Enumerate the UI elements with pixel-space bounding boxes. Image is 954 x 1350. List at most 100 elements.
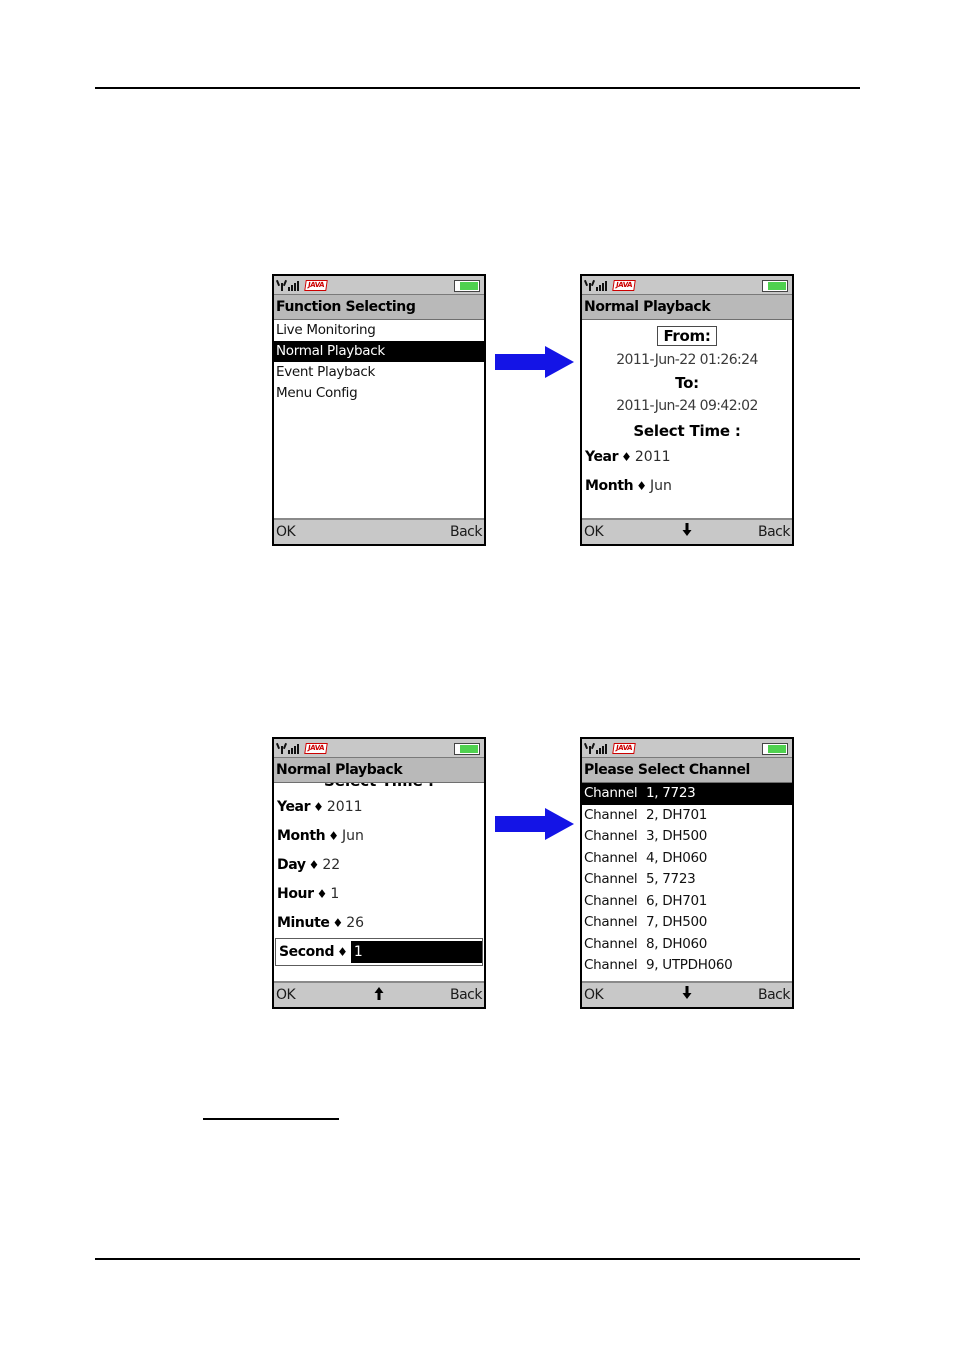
list-item[interactable]: Channel 5, 7723 bbox=[582, 869, 792, 891]
from-label: From: bbox=[657, 326, 717, 346]
java-logo-icon: JAVA bbox=[304, 279, 328, 291]
to-label: To: bbox=[675, 374, 699, 392]
list-item[interactable]: Channel 8, DH060 bbox=[582, 934, 792, 956]
softkey-ok[interactable]: OK bbox=[276, 524, 296, 540]
list-item[interactable]: Channel 4, DH060 bbox=[582, 848, 792, 870]
list-item[interactable]: Normal Playback bbox=[274, 341, 484, 362]
channel-value: 3, DH500 bbox=[646, 828, 708, 844]
channel-label: Channel bbox=[584, 892, 638, 909]
field-second-value[interactable]: 1 bbox=[350, 941, 482, 963]
channel-label: Channel bbox=[584, 849, 638, 866]
stepper-diamond-icon: ♦ bbox=[308, 858, 320, 872]
channel-label: Channel bbox=[584, 806, 638, 823]
field-year[interactable]: Year ♦ 2011 bbox=[274, 793, 484, 822]
channel-value: 2, DH701 bbox=[646, 806, 708, 823]
field-second-label: Second bbox=[279, 944, 335, 960]
stepper-diamond-icon: ♦ bbox=[636, 479, 647, 493]
field-minute-value: 26 bbox=[346, 915, 365, 931]
list-item[interactable]: Channel 6, DH701 bbox=[582, 891, 792, 913]
field-minute[interactable]: Minute ♦ 26 bbox=[274, 909, 484, 938]
status-bar: JAVA bbox=[582, 739, 792, 758]
status-bar: JAVA bbox=[274, 276, 484, 295]
stepper-diamond-icon: ♦ bbox=[313, 800, 324, 814]
phone-screen-normal-playback-fields: JAVA Normal Playback Select Time : Year♦… bbox=[272, 737, 486, 1009]
field-month-label: Month bbox=[585, 478, 634, 494]
signal-bars-icon bbox=[288, 743, 299, 754]
field-day-label: Day bbox=[277, 857, 306, 873]
field-minute-label: Minute bbox=[277, 915, 330, 931]
field-hour[interactable]: Hour ♦ 1 bbox=[274, 880, 484, 909]
select-time-label: Select Time : bbox=[633, 422, 741, 440]
field-month[interactable]: Month ♦ Jun bbox=[274, 822, 484, 851]
screen-title: Normal Playback bbox=[582, 295, 792, 320]
playback-range-body: From: 2011-Jun-22 01:26:24 To: 2011-Jun-… bbox=[582, 320, 792, 518]
softkey-back[interactable]: Back bbox=[450, 987, 483, 1003]
list-item[interactable]: Channel 1, 7723 bbox=[582, 783, 792, 805]
field-year-value: 2011 bbox=[634, 449, 671, 465]
stepper-diamond-icon: ♦ bbox=[328, 829, 339, 843]
screen-title: Function Selecting bbox=[274, 295, 484, 320]
list-item[interactable]: Channel 9, UTPDH060 bbox=[582, 955, 792, 977]
softkey-back[interactable]: Back bbox=[450, 524, 483, 540]
playback-fields-body: Select Time : Year♦2011 Month♦Jun Day♦22… bbox=[274, 783, 484, 981]
stepper-diamond-icon: ♦ bbox=[316, 887, 328, 901]
channel-label: Channel bbox=[584, 785, 638, 801]
field-day[interactable]: Day ♦ 22 bbox=[274, 851, 484, 880]
clipped-select-time-label: Select Time : bbox=[274, 783, 484, 790]
softkey-ok[interactable]: OK bbox=[584, 524, 604, 540]
channel-label: Channel bbox=[584, 871, 638, 887]
field-year-label: Year bbox=[277, 799, 311, 815]
channel-value: 9, UTPDH060 bbox=[646, 957, 733, 973]
channel-label: Channel bbox=[584, 935, 638, 952]
antenna-icon bbox=[585, 743, 594, 754]
softkey-back[interactable]: Back bbox=[758, 524, 791, 540]
signal-bars-icon bbox=[288, 280, 299, 291]
list-item[interactable]: Channel 7, DH500 bbox=[582, 912, 792, 934]
list-item[interactable]: Event Playback bbox=[274, 362, 484, 383]
status-bar: JAVA bbox=[582, 276, 792, 295]
stepper-diamond-icon: ♦ bbox=[332, 916, 344, 930]
screen-title: Normal Playback bbox=[274, 758, 484, 783]
phone-screen-normal-playback-range: JAVA Normal Playback From: 2011-Jun-22 0… bbox=[580, 274, 794, 546]
menu-list: Live Monitoring Normal Playback Event Pl… bbox=[274, 320, 484, 518]
field-hour-value: 1 bbox=[330, 886, 340, 902]
field-hour-label: Hour bbox=[277, 886, 314, 902]
battery-icon bbox=[762, 280, 788, 292]
channel-value: 5, 7723 bbox=[646, 871, 696, 887]
flow-arrow-bottom bbox=[495, 806, 575, 842]
softkey-ok[interactable]: OK bbox=[584, 987, 604, 1003]
channel-list: Channel 1, 7723 Channel 2, DH701 Channel 3,… bbox=[582, 783, 792, 981]
softkey-back[interactable]: Back bbox=[758, 987, 791, 1003]
soft-key-bar: OK Back bbox=[582, 981, 792, 1007]
list-item[interactable]: Channel 2, DH701 bbox=[582, 805, 792, 827]
antenna-icon bbox=[277, 743, 286, 754]
channel-value: 6, DH701 bbox=[646, 892, 708, 909]
screen-title: Please Select Channel bbox=[582, 758, 792, 783]
soft-key-bar: OK Back bbox=[582, 518, 792, 544]
header-rule bbox=[95, 87, 860, 89]
footer-rule bbox=[95, 1258, 860, 1260]
soft-key-bar: OK Back bbox=[274, 518, 484, 544]
list-item[interactable]: Live Monitoring bbox=[274, 320, 484, 341]
channel-value: 8, DH060 bbox=[646, 935, 708, 952]
java-logo-icon: JAVA bbox=[612, 279, 636, 291]
stepper-diamond-icon: ♦ bbox=[337, 945, 348, 959]
to-value: 2011-Jun-24 09:42:02 bbox=[616, 398, 758, 414]
soft-key-bar: OK Back bbox=[274, 981, 484, 1007]
battery-icon bbox=[762, 743, 788, 755]
battery-icon bbox=[454, 743, 480, 755]
softkey-ok[interactable]: OK bbox=[276, 987, 296, 1003]
from-value: 2011-Jun-22 01:26:24 bbox=[616, 352, 758, 368]
channel-value: 7, DH500 bbox=[646, 914, 708, 930]
list-item[interactable]: Channel 3, DH500 bbox=[582, 826, 792, 848]
channel-label: Channel bbox=[584, 914, 638, 930]
channel-value: 1, 7723 bbox=[646, 785, 696, 801]
list-item[interactable]: Menu Config bbox=[274, 383, 484, 404]
field-second[interactable]: Second ♦ 1 bbox=[275, 938, 483, 966]
field-year[interactable]: Year ♦ 2011 bbox=[582, 443, 792, 472]
stepper-diamond-icon: ♦ bbox=[621, 450, 632, 464]
field-month-value: Jun bbox=[341, 828, 364, 844]
phone-screen-function-selecting: JAVA Function Selecting Live Monitoring … bbox=[272, 274, 486, 546]
channel-label: Channel bbox=[584, 957, 638, 973]
field-month[interactable]: Month ♦ Jun bbox=[582, 472, 792, 501]
